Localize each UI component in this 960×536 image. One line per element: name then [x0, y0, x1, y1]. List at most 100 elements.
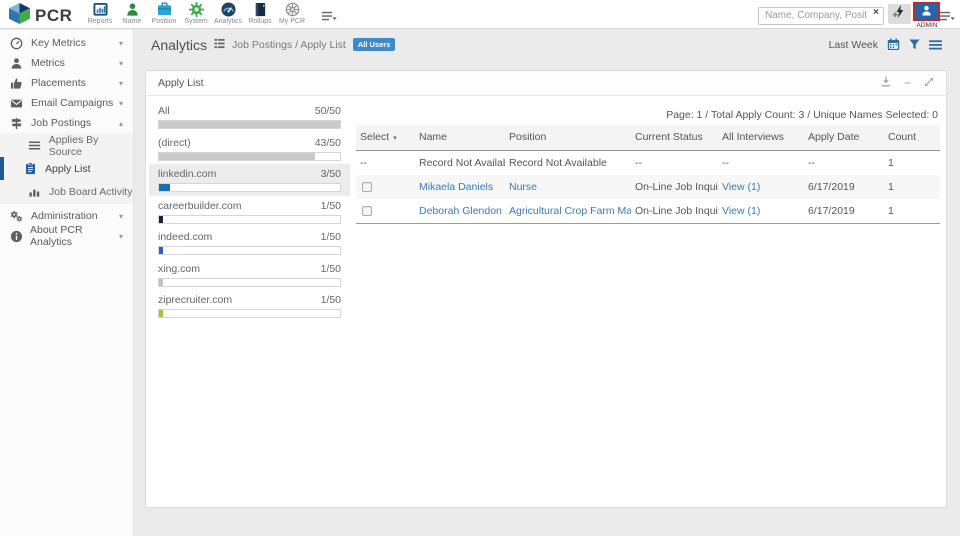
- position-link[interactable]: Nurse: [509, 181, 537, 193]
- table-summary: Page: 1 / Total Apply Count: 3 / Unique …: [666, 109, 938, 121]
- nav-label: Analytics: [213, 18, 242, 25]
- source-name: (direct): [158, 136, 191, 149]
- cell-date: 6/17/2019: [808, 181, 855, 193]
- sidebar-item-label: Key Metrics: [31, 37, 86, 49]
- filter-icon[interactable]: [909, 39, 920, 50]
- table-header-row: Select ▾ Name Position Current Status All…: [356, 125, 940, 151]
- candidate-name-link[interactable]: Deborah Glendon: [419, 205, 502, 217]
- source-row-ziprecruiter[interactable]: ziprecruiter.com 1/50: [149, 290, 350, 322]
- admin-label: ADMIN: [916, 22, 938, 29]
- sidebar-item-about-pcr-analytics[interactable]: About PCR Analytics ▾: [0, 224, 133, 248]
- column-select[interactable]: Select ▾: [356, 125, 415, 151]
- calendar-icon[interactable]: [887, 38, 900, 51]
- row-checkbox[interactable]: [362, 182, 372, 192]
- source-name: ziprecruiter.com: [158, 294, 233, 306]
- chevron-down-icon: ▾: [118, 38, 123, 48]
- sidebar-item-metrics[interactable]: Metrics ▾: [0, 53, 133, 73]
- wheel-icon: [276, 2, 308, 18]
- source-name: linkedin.com: [158, 168, 217, 180]
- gear-icon: [180, 2, 212, 18]
- nav-overflow-menu-icon[interactable]: [322, 9, 337, 27]
- source-name: careerbuilder.com: [158, 199, 242, 212]
- person-icon: [116, 2, 148, 18]
- source-row-indeed[interactable]: indeed.com 1/50: [149, 227, 350, 259]
- gauge-icon: [10, 36, 24, 50]
- apply-source-list: All 50/50 (direct) 43/50 linkedin.com 3/50 …: [149, 101, 350, 322]
- nav-analytics[interactable]: Analytics: [212, 1, 244, 26]
- global-search: ×: [758, 5, 884, 25]
- chevron-down-icon: ▾: [118, 58, 123, 68]
- nav-label: Name: [122, 18, 142, 25]
- row-checkbox[interactable]: [362, 206, 372, 216]
- source-row-linkedin[interactable]: linkedin.com 3/50: [149, 164, 350, 196]
- sidebar-item-apply-list[interactable]: Apply List: [0, 157, 133, 180]
- sidebar-item-applies-by-source[interactable]: Applies By Source: [0, 134, 133, 158]
- collapse-icon[interactable]: −: [904, 77, 911, 89]
- source-row-direct[interactable]: (direct) 43/50: [149, 133, 350, 165]
- nav-rollups[interactable]: Rollups: [244, 1, 276, 26]
- panel-title: Apply List: [158, 77, 204, 89]
- sidebar-item-job-postings[interactable]: Job Postings ▴: [0, 113, 133, 133]
- sidebar-item-placements[interactable]: Placements ▾: [0, 73, 133, 93]
- candidate-name-link[interactable]: Mikaela Daniels: [419, 181, 493, 193]
- sidebar-item-job-board-activity[interactable]: Job Board Activity: [0, 180, 133, 203]
- admin-user-menu[interactable]: ADMIN: [913, 2, 941, 29]
- person-icon: [10, 56, 24, 70]
- nav-system[interactable]: System: [180, 1, 212, 26]
- logo-text: PCR: [35, 6, 73, 25]
- position-link[interactable]: Agricultural Crop Farm Manager: [509, 205, 631, 217]
- list-view-icon[interactable]: [214, 36, 225, 54]
- source-name: xing.com: [158, 262, 201, 275]
- source-row-xing[interactable]: xing.com 1/50: [149, 259, 350, 291]
- download-icon[interactable]: [881, 74, 891, 92]
- breadcrumb-path: Job Postings / Apply List: [232, 38, 346, 51]
- chevron-up-icon: ▴: [118, 118, 123, 128]
- nav-my-pcr[interactable]: My PCR: [276, 1, 308, 26]
- ledger-icon: [244, 2, 276, 18]
- all-users-badge[interactable]: All Users: [352, 38, 396, 51]
- column-position: Position: [505, 125, 631, 151]
- column-count: Count: [884, 125, 940, 151]
- quick-add-button[interactable]: [888, 4, 911, 24]
- cell-select: [356, 199, 415, 224]
- thumbs-up-icon: [10, 76, 24, 90]
- page-title: Analytics: [151, 36, 208, 53]
- sidebar-item-key-metrics[interactable]: Key Metrics ▾: [0, 33, 133, 53]
- cell-status: --: [635, 157, 642, 169]
- expand-icon[interactable]: [924, 74, 934, 92]
- bar-chart-icon: [28, 185, 42, 199]
- info-icon: [10, 229, 23, 243]
- app-logo[interactable]: PCR: [8, 3, 72, 29]
- hamburger-list-icon[interactable]: [929, 39, 942, 50]
- cell-status: On-Line Job Inquiry: [631, 199, 718, 224]
- nav-position[interactable]: Position: [148, 1, 180, 26]
- main-content: Analytics Job Postings / Apply List All …: [135, 30, 960, 536]
- user-menu-icon[interactable]: [940, 9, 955, 27]
- period-selector[interactable]: Last Week: [829, 39, 878, 51]
- interviews-link[interactable]: View (1): [722, 205, 760, 217]
- admin-avatar: [913, 2, 940, 21]
- source-bar-track: [158, 309, 341, 318]
- sidebar-item-label: Job Board Activity: [49, 185, 133, 198]
- source-bar-track: [158, 246, 341, 255]
- source-bar-fill: [159, 121, 340, 128]
- source-bar-fill: [159, 215, 163, 223]
- chevron-down-icon: ▾: [118, 211, 123, 221]
- search-clear-icon[interactable]: ×: [873, 7, 879, 18]
- search-input[interactable]: [758, 6, 884, 25]
- source-bar-track: [158, 120, 341, 129]
- source-value: 1/50: [320, 294, 341, 306]
- chevron-down-icon: ▾: [118, 231, 123, 241]
- sidebar-item-label: Placements: [31, 77, 86, 89]
- interviews-link[interactable]: View (1): [722, 181, 760, 193]
- source-row-all[interactable]: All 50/50: [149, 101, 350, 133]
- sidebar-item-administration[interactable]: Administration ▾: [0, 206, 133, 226]
- sidebar-item-email-campaigns[interactable]: Email Campaigns ▾: [0, 93, 133, 113]
- source-row-careerbuilder[interactable]: careerbuilder.com 1/50: [149, 196, 350, 228]
- nav-name[interactable]: Name: [116, 1, 148, 26]
- cell-interviews: --: [722, 157, 729, 169]
- column-apply-date: Apply Date: [804, 125, 884, 151]
- cell-name: Record Not Available: [419, 157, 505, 169]
- source-value: 3/50: [320, 168, 341, 180]
- nav-reports[interactable]: Reports: [84, 1, 116, 26]
